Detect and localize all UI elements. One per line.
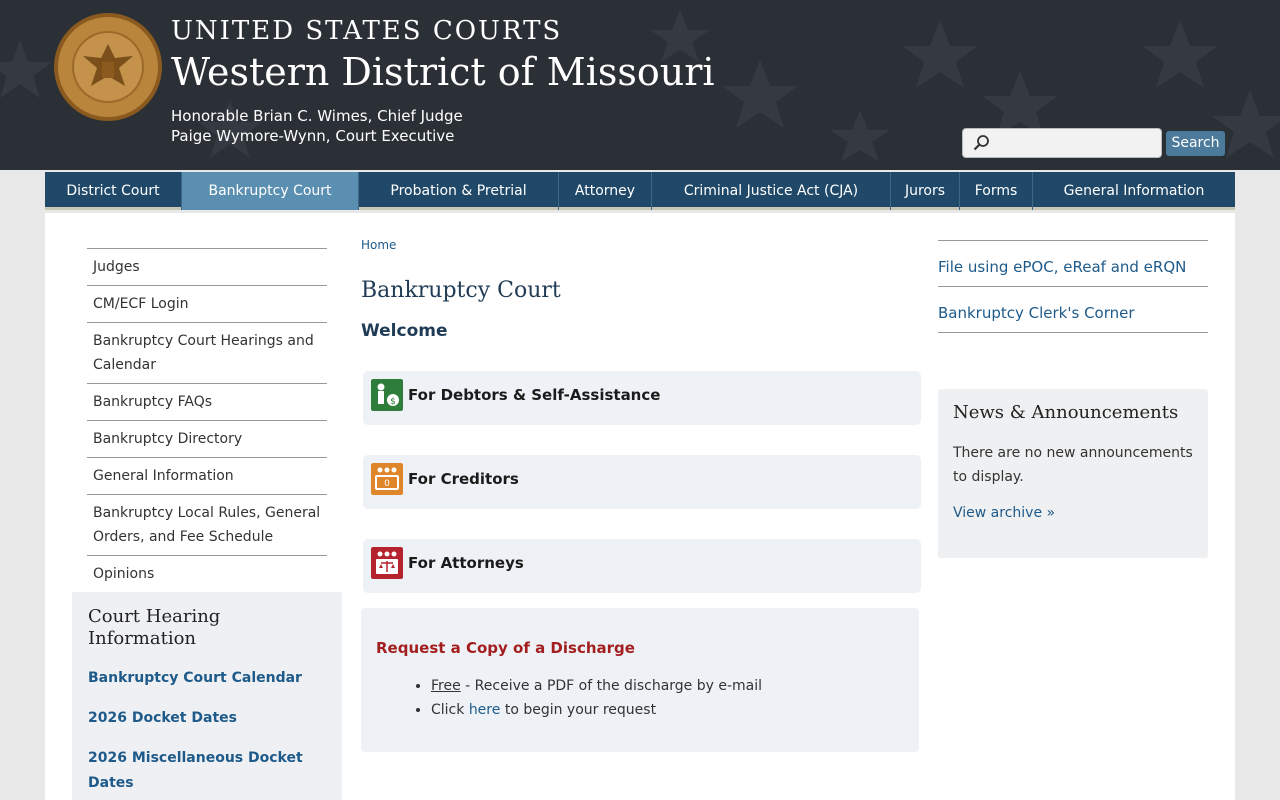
hearing-box-title: Court Hearing Information — [88, 606, 221, 649]
discharge-item-click: Click here to begin your request — [431, 698, 762, 722]
view-archive-link[interactable]: View archive » — [953, 505, 1055, 521]
nav-probation-pretrial[interactable]: Probation & Pretrial — [359, 172, 559, 210]
site-title-line2[interactable]: Western District of Missouri — [171, 50, 715, 94]
court-executive: Paige Wymore-Wynn, Court Executive — [171, 127, 455, 145]
click-post: to begin your request — [500, 702, 657, 718]
news-announcements-box: News & Announcements There are no new an… — [938, 389, 1208, 558]
court-hearing-info-box: Court Hearing Information Bankruptcy Cou… — [72, 592, 342, 800]
debtor-money-icon: $ — [371, 379, 403, 411]
nav-forms[interactable]: Forms — [960, 172, 1033, 210]
search-box[interactable] — [962, 128, 1162, 158]
click-pre: Click — [431, 702, 469, 718]
sidebar-item-general-information[interactable]: General Information — [87, 458, 327, 495]
discharge-title: Request a Copy of a Discharge — [376, 639, 635, 657]
attorneys-scales-icon — [371, 547, 403, 579]
page-title: Bankruptcy Court — [361, 278, 561, 303]
creditors-icon: 0 — [371, 463, 403, 495]
debtors-card[interactable]: $ For Debtors & Self-Assistance — [363, 371, 921, 425]
svg-text:0: 0 — [384, 479, 390, 489]
sidebar-item-local-rules[interactable]: Bankruptcy Local Rules, General Orders, … — [87, 495, 327, 556]
court-seal-logo[interactable] — [53, 12, 163, 122]
debtors-card-label: For Debtors & Self-Assistance — [408, 386, 661, 404]
discharge-item-free: Free - Receive a PDF of the discharge by… — [431, 674, 762, 698]
sidebar-item-faqs[interactable]: Bankruptcy FAQs — [87, 384, 327, 421]
sidebar-item-directory[interactable]: Bankruptcy Directory — [87, 421, 327, 458]
welcome-heading: Welcome — [361, 321, 448, 341]
creditors-card[interactable]: 0 For Creditors — [363, 455, 921, 509]
chief-judge: Honorable Brian C. Wimes, Chief Judge — [171, 107, 463, 125]
nav-jurors[interactable]: Jurors — [891, 172, 960, 210]
free-text: Free — [431, 678, 461, 694]
bankruptcy-calendar-link[interactable]: Bankruptcy Court Calendar — [88, 666, 328, 691]
svg-text:$: $ — [390, 397, 396, 407]
site-header: UNITED STATES COURTS Western District of… — [0, 0, 1280, 170]
news-title: News & Announcements — [953, 402, 1179, 423]
site-title-line1: UNITED STATES COURTS — [171, 16, 563, 46]
free-desc: - Receive a PDF of the discharge by e-ma… — [460, 678, 763, 694]
nav-attorney[interactable]: Attorney — [559, 172, 652, 210]
nav-general-information[interactable]: General Information — [1033, 172, 1235, 210]
right-links: File using ePOC, eReaf and eRQN Bankrupt… — [938, 240, 1208, 333]
search-icon — [973, 135, 989, 151]
attorneys-card-label: For Attorneys — [408, 554, 524, 572]
sidebar-item-hearings-calendar[interactable]: Bankruptcy Court Hearings and Calendar — [87, 323, 327, 384]
creditors-card-label: For Creditors — [408, 470, 519, 488]
misc-docket-dates-link[interactable]: 2026 Miscellaneous Docket Dates — [88, 746, 328, 796]
sidebar-item-opinions[interactable]: Opinions — [87, 556, 327, 593]
search-button[interactable]: Search — [1166, 131, 1225, 156]
nav-cja[interactable]: Criminal Justice Act (CJA) — [652, 172, 891, 210]
discharge-list: Free - Receive a PDF of the discharge by… — [431, 674, 762, 722]
main-nav: District Court Bankruptcy Court Probatio… — [45, 172, 1235, 210]
sidebar-item-cmecf-login[interactable]: CM/ECF Login — [87, 286, 327, 323]
discharge-box: Request a Copy of a Discharge Free - Rec… — [361, 608, 919, 752]
sidebar-menu: Judges CM/ECF Login Bankruptcy Court Hea… — [87, 248, 327, 593]
nav-bankruptcy-court[interactable]: Bankruptcy Court — [182, 172, 359, 210]
attorneys-card[interactable]: For Attorneys — [363, 539, 921, 593]
clerks-corner-link[interactable]: Bankruptcy Clerk's Corner — [938, 287, 1208, 333]
breadcrumb-home[interactable]: Home — [361, 238, 396, 252]
docket-dates-link[interactable]: 2026 Docket Dates — [88, 706, 328, 731]
nav-district-court[interactable]: District Court — [45, 172, 182, 210]
file-epoc-link[interactable]: File using ePOC, eReaf and eRQN — [938, 241, 1208, 287]
search-input[interactable] — [993, 132, 1157, 154]
sidebar-item-judges[interactable]: Judges — [87, 249, 327, 286]
news-text: There are no new announcements to displa… — [953, 445, 1193, 485]
here-link[interactable]: here — [469, 702, 501, 718]
